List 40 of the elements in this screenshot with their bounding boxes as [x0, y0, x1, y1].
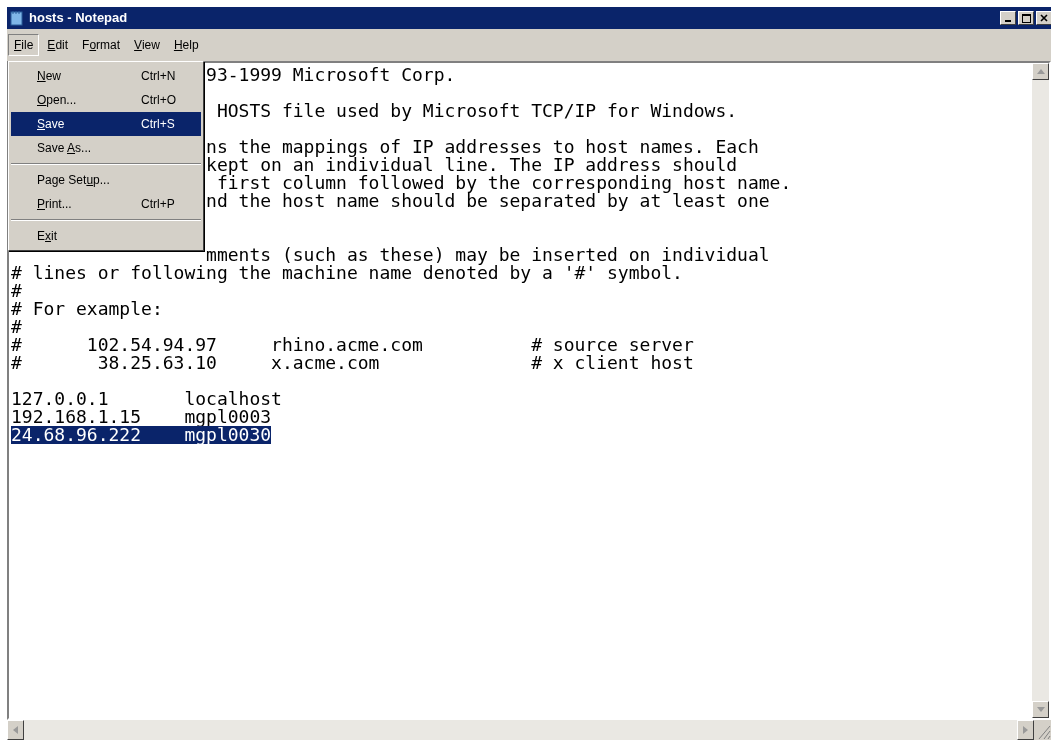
left-arrow-icon: [13, 726, 18, 734]
window-title: hosts - Notepad: [29, 9, 129, 28]
menu-item[interactable]: Format: [76, 34, 127, 56]
text-line: 192.168.1.15 mgpl0003: [11, 408, 272, 426]
up-arrow-icon: [1036, 69, 1045, 74]
text-line: nd the host name should be separated by at least one: [206, 192, 770, 210]
text-line: #: [11, 318, 22, 336]
minimize-button[interactable]: [1000, 11, 1016, 25]
vertical-scrollbar[interactable]: [1032, 63, 1049, 718]
menu-item[interactable]: Help: [167, 34, 205, 56]
menu-item[interactable]: Edit: [41, 34, 75, 56]
maximize-icon: [1021, 13, 1031, 23]
close-icon: [1040, 14, 1048, 22]
text-line: # lines or following the machine name denoted by a '#' symbol.: [11, 264, 683, 282]
text-line: HOSTS file used by Microsoft TCP/IP for Windows.: [215, 102, 738, 120]
close-button[interactable]: [1036, 11, 1051, 25]
menu-option[interactable]: Open... Ctrl+O: [11, 88, 201, 112]
menu-item[interactable]: View: [128, 34, 166, 56]
text-line: first column followed by the corresponding host name.: [216, 174, 792, 192]
text-line: ns the mappings of IP addresses to host names. Each: [206, 138, 759, 156]
text-line: kept on an individual line. The IP address should: [206, 156, 738, 174]
text-line: #: [11, 282, 22, 300]
text-line: 93-1999 Microsoft Corp.: [206, 66, 456, 84]
notepad-icon: [9, 10, 25, 26]
text-line: # 38.25.63.10 x.acme.com # x client host: [11, 354, 694, 372]
menu-option[interactable]: Page Setup...: [11, 168, 201, 192]
menu-option[interactable]: Save Ctrl+S: [11, 112, 201, 136]
down-arrow-icon: [1036, 707, 1045, 712]
text-line: 127.0.0.1 localhost: [11, 390, 282, 408]
menu-item[interactable]: File: [8, 34, 40, 56]
maximize-button[interactable]: [1018, 11, 1034, 25]
horizontal-scrollbar[interactable]: [7, 720, 1034, 740]
menu-option[interactable]: New Ctrl+N: [11, 64, 201, 88]
menu-option[interactable]: Exit: [11, 224, 201, 248]
menu-option[interactable]: Print... Ctrl+P: [11, 192, 201, 216]
menu-option[interactable]: Save As...: [11, 136, 201, 160]
text-line: mments (such as these) may be inserted on individual: [206, 246, 770, 264]
text-line: # For example:: [11, 300, 163, 318]
text-line: # 102.54.94.97 rhino.acme.com # source server: [11, 336, 694, 354]
right-arrow-icon: [1023, 726, 1028, 734]
